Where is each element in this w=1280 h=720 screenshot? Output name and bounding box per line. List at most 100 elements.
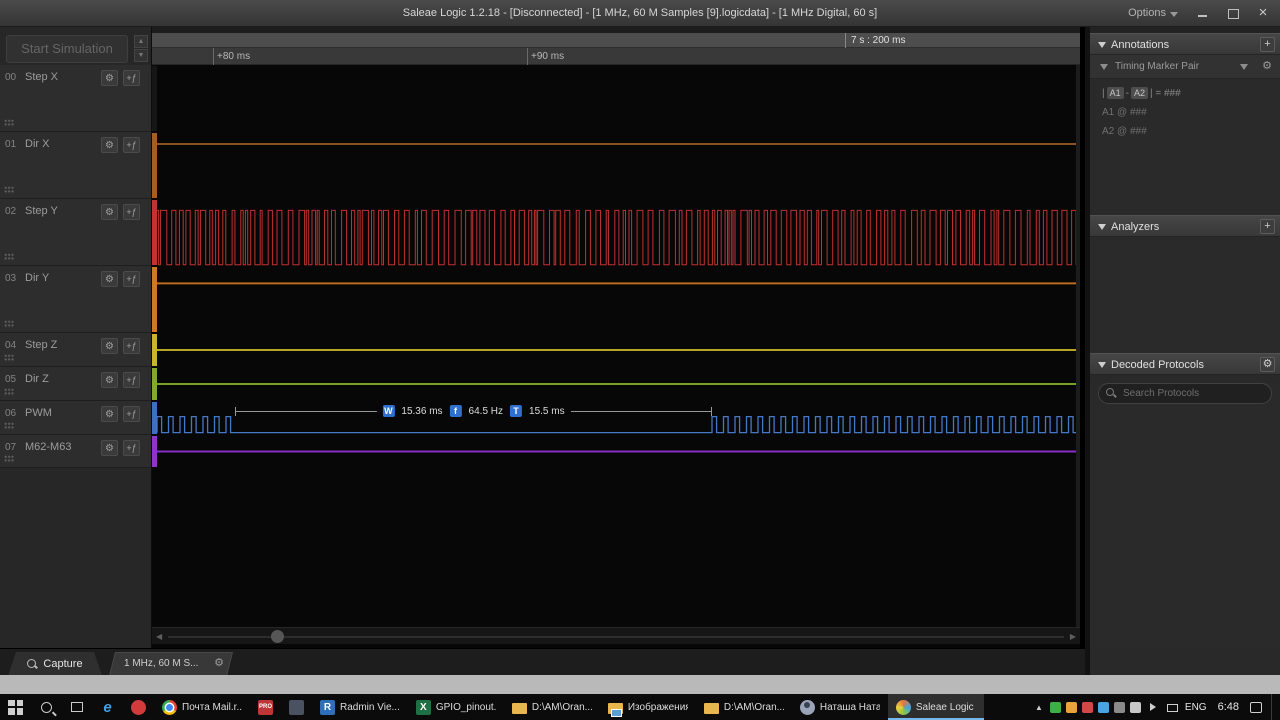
channel-settings-gear-icon[interactable]: ⚙: [101, 372, 118, 388]
tray-expand-icon[interactable]: ▲: [1035, 703, 1043, 712]
channel-drag-handle[interactable]: [4, 388, 14, 396]
channel-trigger-icon[interactable]: +ƒ: [123, 440, 140, 456]
tray-app-icon-2[interactable]: [1065, 701, 1077, 713]
scrollbar-thumb[interactable]: [271, 630, 284, 643]
analyzers-header[interactable]: Analyzers +: [1090, 215, 1280, 237]
tray-app-icon-3[interactable]: [1081, 701, 1093, 713]
channel-settings-gear-icon[interactable]: ⚙: [101, 406, 118, 422]
channel-row-step-x[interactable]: 00 Step X ⚙ +ƒ: [0, 65, 151, 132]
sidebar-scroll-down[interactable]: ▼: [134, 49, 148, 62]
taskbar-mail[interactable]: Почта Mail.r...: [154, 694, 250, 720]
taskbar-task-view[interactable]: [62, 694, 92, 720]
decoded-settings-gear-icon[interactable]: ⚙: [1260, 357, 1275, 372]
channel-drag-handle[interactable]: [4, 320, 14, 328]
channel-trigger-icon[interactable]: +ƒ: [123, 406, 140, 422]
horizontal-scrollbar[interactable]: ◀ ▶: [152, 627, 1080, 644]
channel-trigger-icon[interactable]: +ƒ: [123, 137, 140, 153]
channel-settings-gear-icon[interactable]: ⚙: [101, 271, 118, 287]
taskbar-start[interactable]: [0, 694, 31, 720]
taskbar-edge[interactable]: e: [92, 694, 123, 720]
start-simulation-button[interactable]: Start Simulation: [6, 35, 128, 63]
channel-row-dir-z[interactable]: 05 Dir Z ⚙ +ƒ: [0, 367, 151, 401]
taskbar-saleae[interactable]: Saleae Logic ...: [887, 694, 984, 720]
session-settings-gear-icon[interactable]: ⚙: [214, 656, 224, 669]
scroll-right-icon[interactable]: ▶: [1070, 632, 1076, 641]
channel-trigger-icon[interactable]: +ƒ: [123, 271, 140, 287]
channel-drag-handle[interactable]: [4, 119, 14, 127]
taskbar-radmin[interactable]: R Radmin Vie...: [312, 694, 408, 720]
channel-trigger-icon[interactable]: +ƒ: [123, 372, 140, 388]
taskbar-item-label: Почта Mail.r...: [182, 701, 242, 713]
timeline-ruler-relative[interactable]: +80 ms +90 ms: [152, 48, 1080, 65]
channel-row-dir-y[interactable]: 03 Dir Y ⚙ +ƒ: [0, 266, 151, 333]
channel-number: 07: [5, 442, 17, 453]
channel-trigger-icon[interactable]: +ƒ: [123, 204, 140, 220]
taskbar-folder-2[interactable]: D:\AM\Oran...: [696, 694, 792, 720]
add-analyzer-button[interactable]: +: [1260, 219, 1275, 234]
taskbar-contact[interactable]: Наташа Ната...: [792, 694, 888, 720]
network-icon[interactable]: [1166, 704, 1178, 712]
marker-dropdown-icon[interactable]: [1240, 64, 1248, 70]
taskbar-folder-1[interactable]: D:\AM\Oran...: [504, 694, 600, 720]
channel-name: Step X: [25, 71, 59, 83]
pictures-icon: [607, 703, 623, 717]
volume-icon[interactable]: [1149, 703, 1160, 711]
channel-settings-gear-icon[interactable]: ⚙: [101, 204, 118, 220]
channel-row-pwm[interactable]: 06 PWM ⚙ +ƒ: [0, 401, 151, 435]
minimize-button[interactable]: [1196, 6, 1210, 20]
options-menu[interactable]: Options: [1128, 7, 1178, 19]
tray-app-icon-1[interactable]: [1049, 701, 1061, 713]
channel-trigger-icon[interactable]: +ƒ: [123, 70, 140, 86]
show-desktop-button[interactable]: [1271, 694, 1274, 720]
channel-drag-handle[interactable]: [4, 253, 14, 261]
waveform-area[interactable]: 7 s : 200 ms +80 ms +90 ms W 15.36 ms f 64.5…: [152, 27, 1080, 648]
timeline-ruler-absolute[interactable]: 7 s : 200 ms: [152, 33, 1080, 48]
ruler-tick-label: +80 ms: [217, 51, 251, 62]
channel-drag-handle[interactable]: [4, 422, 14, 430]
channel-drag-handle[interactable]: [4, 354, 14, 362]
search-protocols-input[interactable]: [1098, 383, 1272, 404]
decoded-protocols-header[interactable]: Decoded Protocols ⚙: [1090, 353, 1280, 375]
collapse-triangle-icon[interactable]: [1098, 42, 1106, 48]
maximize-button[interactable]: [1226, 6, 1240, 20]
channel-row-m62-m63[interactable]: 07 M62-M63 ⚙ +ƒ: [0, 435, 151, 468]
marker-triangle-icon[interactable]: [1100, 64, 1108, 70]
capture-tab[interactable]: Capture: [8, 652, 102, 676]
annotations-header[interactable]: Annotations +: [1090, 33, 1280, 55]
channel-settings-gear-icon[interactable]: ⚙: [101, 338, 118, 354]
channel-settings-gear-icon[interactable]: ⚙: [101, 70, 118, 86]
taskbar-excel-gpio[interactable]: X GPIO_pinout...: [408, 694, 504, 720]
channel-trigger-icon[interactable]: +ƒ: [123, 338, 140, 354]
vertical-scrollbar[interactable]: [1076, 65, 1080, 627]
channel-row-step-z[interactable]: 04 Step Z ⚙ +ƒ: [0, 333, 151, 367]
tray-app-icon-6[interactable]: [1129, 701, 1141, 713]
taskbar-app-dark[interactable]: [281, 694, 312, 720]
add-annotation-button[interactable]: +: [1260, 37, 1275, 52]
close-button[interactable]: ×: [1256, 5, 1270, 20]
channel-drag-handle[interactable]: [4, 455, 14, 463]
collapse-triangle-icon[interactable]: [1098, 224, 1106, 230]
notifications-icon[interactable]: [1250, 701, 1262, 713]
marker-settings-gear-icon[interactable]: ⚙: [1262, 59, 1272, 72]
language-indicator[interactable]: ENG: [1185, 702, 1207, 713]
timing-marker-pair-row[interactable]: Timing Marker Pair ⚙: [1090, 55, 1280, 79]
channel-settings-gear-icon[interactable]: ⚙: [101, 137, 118, 153]
channel-color-strip: [152, 334, 157, 366]
clock[interactable]: 6:48: [1214, 701, 1243, 713]
tray-app-icon-4[interactable]: [1097, 701, 1109, 713]
session-tab[interactable]: 1 MHz, 60 M S... ⚙: [109, 652, 233, 676]
measure-value: 15.5 ms: [529, 405, 565, 417]
channel-number: 06: [5, 408, 17, 419]
taskbar-app-pro[interactable]: PRO: [250, 694, 281, 720]
taskbar-app-red[interactable]: [123, 694, 154, 720]
channel-row-dir-x[interactable]: 01 Dir X ⚙ +ƒ: [0, 132, 151, 199]
channel-settings-gear-icon[interactable]: ⚙: [101, 440, 118, 456]
taskbar-search[interactable]: [31, 694, 62, 720]
scroll-left-icon[interactable]: ◀: [156, 632, 162, 641]
sidebar-scroll-up[interactable]: ▲: [134, 35, 148, 48]
channel-drag-handle[interactable]: [4, 186, 14, 194]
taskbar-pictures[interactable]: Изображения: [600, 694, 696, 720]
channel-row-step-y[interactable]: 02 Step Y ⚙ +ƒ: [0, 199, 151, 266]
tray-app-icon-5[interactable]: [1113, 701, 1125, 713]
collapse-triangle-icon[interactable]: [1098, 362, 1106, 368]
